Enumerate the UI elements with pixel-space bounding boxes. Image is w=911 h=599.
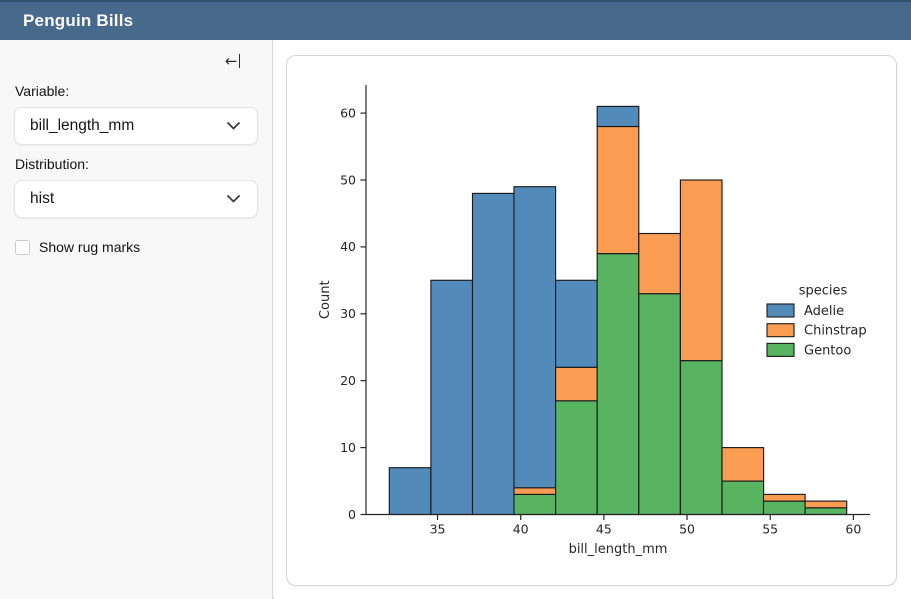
chevron-down-icon <box>227 195 240 203</box>
sidebar-collapse-row: ← <box>14 50 258 72</box>
chevron-down-icon <box>227 122 240 130</box>
bar-segment-gentoo-bin7 <box>680 361 722 515</box>
distribution-select-value: hist <box>30 190 54 208</box>
bar-segment-gentoo-bin8 <box>722 481 764 515</box>
legend-title: species <box>799 284 848 299</box>
app-title: Penguin Bills <box>23 11 133 31</box>
bar-segment-adelie-bin0 <box>389 468 431 515</box>
bar-segment-gentoo-bin5 <box>597 254 639 515</box>
bar-segment-chinstrap-bin3 <box>514 488 556 495</box>
main-panel: 0 10 20 30 40 50 60 35 40 45 50 55 60 bill_length_mm C… <box>274 40 911 599</box>
legend-label-adelie: Adelie <box>804 304 844 319</box>
x-tick-label: 55 <box>762 522 778 537</box>
y-axis-label: Count <box>318 280 333 319</box>
chart-card: 0 10 20 30 40 50 60 35 40 45 50 55 60 bill_length_mm C… <box>286 55 897 586</box>
x-tick-label: 45 <box>596 522 612 537</box>
app-header: Penguin Bills <box>0 0 911 40</box>
bar-segment-adelie-bin2 <box>473 193 515 514</box>
legend-swatch-gentoo <box>767 343 794 356</box>
legend-swatch-adelie <box>767 304 794 317</box>
bar-segment-adelie-bin5 <box>597 106 639 126</box>
bar-segment-adelie-bin1 <box>431 280 473 514</box>
arrow-left-to-bar-icon-bar <box>239 54 241 68</box>
x-tick-label: 60 <box>845 522 861 537</box>
bar-segment-gentoo-bin6 <box>639 294 681 515</box>
bar-segment-chinstrap-bin8 <box>722 448 764 482</box>
rug-checkbox-label: Show rug marks <box>39 239 140 255</box>
bar-segment-chinstrap-bin9 <box>764 494 806 501</box>
y-tick-label: 40 <box>340 239 356 254</box>
y-tick-label: 50 <box>340 172 356 187</box>
bar-segment-gentoo-bin9 <box>764 501 806 514</box>
bar-segment-chinstrap-bin5 <box>597 127 639 254</box>
y-tick-label: 30 <box>340 306 356 321</box>
collapse-sidebar-button[interactable]: ← <box>225 54 240 69</box>
y-tick-label: 10 <box>340 440 356 455</box>
bar-segment-chinstrap-bin6 <box>639 234 681 294</box>
x-tick-label: 35 <box>430 522 446 537</box>
sidebar: ← Variable: bill_length_mm Distribution:… <box>0 40 273 599</box>
y-tick-label: 0 <box>348 507 356 522</box>
x-tick-label: 40 <box>513 522 529 537</box>
legend-swatch-chinstrap <box>767 324 794 337</box>
bar-segment-chinstrap-bin10 <box>805 501 847 508</box>
bar-segment-gentoo-bin3 <box>514 494 556 514</box>
variable-label: Variable: <box>15 83 258 99</box>
y-tick-label: 20 <box>340 373 356 388</box>
distribution-label: Distribution: <box>15 156 258 172</box>
histogram-svg: 0 10 20 30 40 50 60 35 40 45 50 55 60 bill_length_mm C… <box>287 56 898 587</box>
arrow-left-to-bar-icon: ← <box>225 54 238 69</box>
app-window: Penguin Bills ← Variable: bill_length_mm… <box>0 0 911 599</box>
x-axis-label: bill_length_mm <box>569 542 668 557</box>
rug-checkbox-row: Show rug marks <box>15 239 258 255</box>
x-tick-label: 50 <box>679 522 695 537</box>
bar-segment-adelie-bin4 <box>556 280 598 367</box>
variable-select-value: bill_length_mm <box>30 117 134 135</box>
bar-segment-gentoo-bin10 <box>805 508 847 515</box>
rug-checkbox[interactable] <box>15 240 30 255</box>
variable-select[interactable]: bill_length_mm <box>14 107 258 145</box>
distribution-select[interactable]: hist <box>14 180 258 218</box>
y-tick-label: 60 <box>340 105 356 120</box>
bar-segment-gentoo-bin4 <box>556 401 598 515</box>
bar-segment-chinstrap-bin4 <box>556 367 598 401</box>
bar-segment-adelie-bin3 <box>514 187 556 488</box>
bar-segment-chinstrap-bin7 <box>680 180 722 361</box>
legend-label-gentoo: Gentoo <box>804 343 851 358</box>
legend-label-chinstrap: Chinstrap <box>804 324 867 339</box>
